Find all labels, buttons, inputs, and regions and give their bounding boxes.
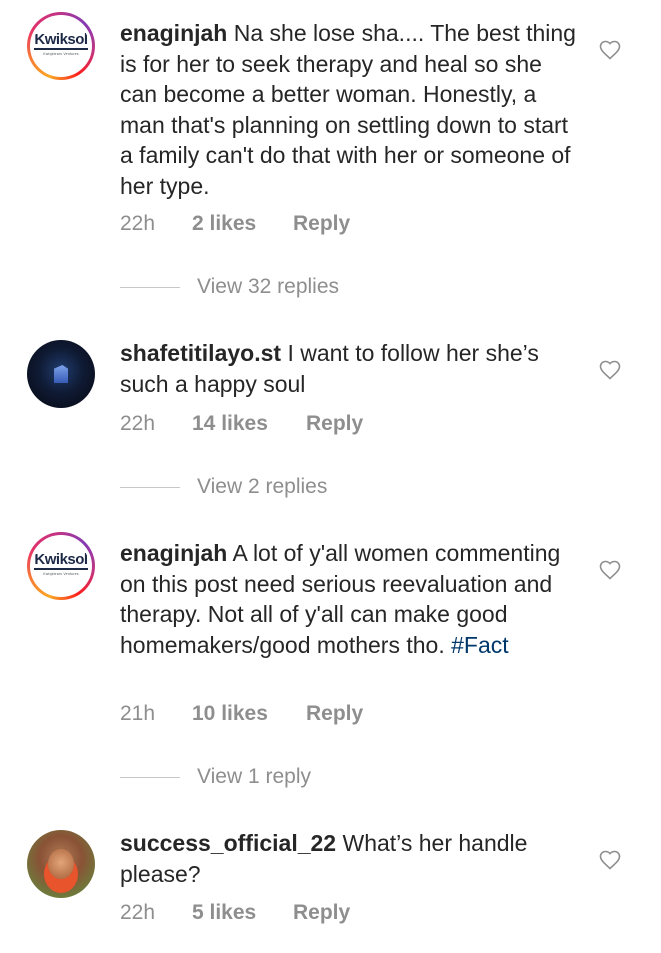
heart-outline-icon[interactable]: [597, 358, 623, 382]
heart-outline-icon[interactable]: [597, 558, 623, 582]
divider: [120, 287, 180, 288]
reply-button[interactable]: Reply: [306, 702, 363, 726]
avatar-logo-text: Kwiksol: [34, 551, 88, 570]
avatar-logo-subtext: Kwiqklears Ventures: [43, 52, 79, 56]
view-replies-label: View 1 reply: [197, 765, 312, 788]
comment-text: enaginjah Na she lose sha.... The best t…: [120, 18, 580, 201]
reply-button[interactable]: Reply: [293, 901, 350, 925]
avatar-image: [54, 365, 68, 383]
avatar[interactable]: [27, 340, 95, 408]
comment-text: enaginjah A lot of y'all women commentin…: [120, 538, 580, 660]
avatar-logo-subtext: Kwiqklears Ventures: [43, 572, 79, 576]
divider: [120, 777, 180, 778]
heart-outline-icon[interactable]: [597, 848, 623, 872]
reply-button[interactable]: Reply: [293, 212, 350, 236]
comment-username[interactable]: enaginjah: [120, 540, 227, 566]
view-replies-label: View 2 replies: [197, 475, 328, 498]
avatar[interactable]: Kwiksol Kwiqklears Ventures: [27, 532, 95, 600]
comment-time: 22h: [120, 212, 156, 235]
comment-body: Na she lose sha.... The best thing is fo…: [120, 20, 576, 199]
comment-likes[interactable]: 5 likes: [192, 901, 256, 925]
heart-outline-icon[interactable]: [597, 38, 623, 62]
avatar-logo-text: Kwiksol: [34, 31, 88, 50]
avatar-image: [48, 849, 74, 879]
comment-time: 22h: [120, 412, 156, 435]
avatar[interactable]: Kwiksol Kwiqklears Ventures: [27, 12, 95, 80]
comment-likes[interactable]: 10 likes: [192, 702, 268, 726]
comment-text: success_official_22 What’s her handle pl…: [120, 828, 580, 889]
comment-likes[interactable]: 2 likes: [192, 212, 256, 236]
comment-time: 21h: [120, 702, 156, 725]
comment-username[interactable]: shafetitilayo.st: [120, 340, 281, 366]
divider: [120, 487, 180, 488]
comment-text: shafetitilayo.st I want to follow her sh…: [120, 338, 580, 399]
reply-button[interactable]: Reply: [306, 412, 363, 436]
comment-username[interactable]: enaginjah: [120, 20, 227, 46]
comment-likes[interactable]: 14 likes: [192, 412, 268, 436]
comment-username[interactable]: success_official_22: [120, 830, 336, 856]
comment-time: 22h: [120, 901, 156, 924]
avatar[interactable]: [27, 830, 95, 898]
view-replies-label: View 32 replies: [197, 275, 340, 298]
hashtag-link[interactable]: #Fact: [451, 632, 509, 658]
